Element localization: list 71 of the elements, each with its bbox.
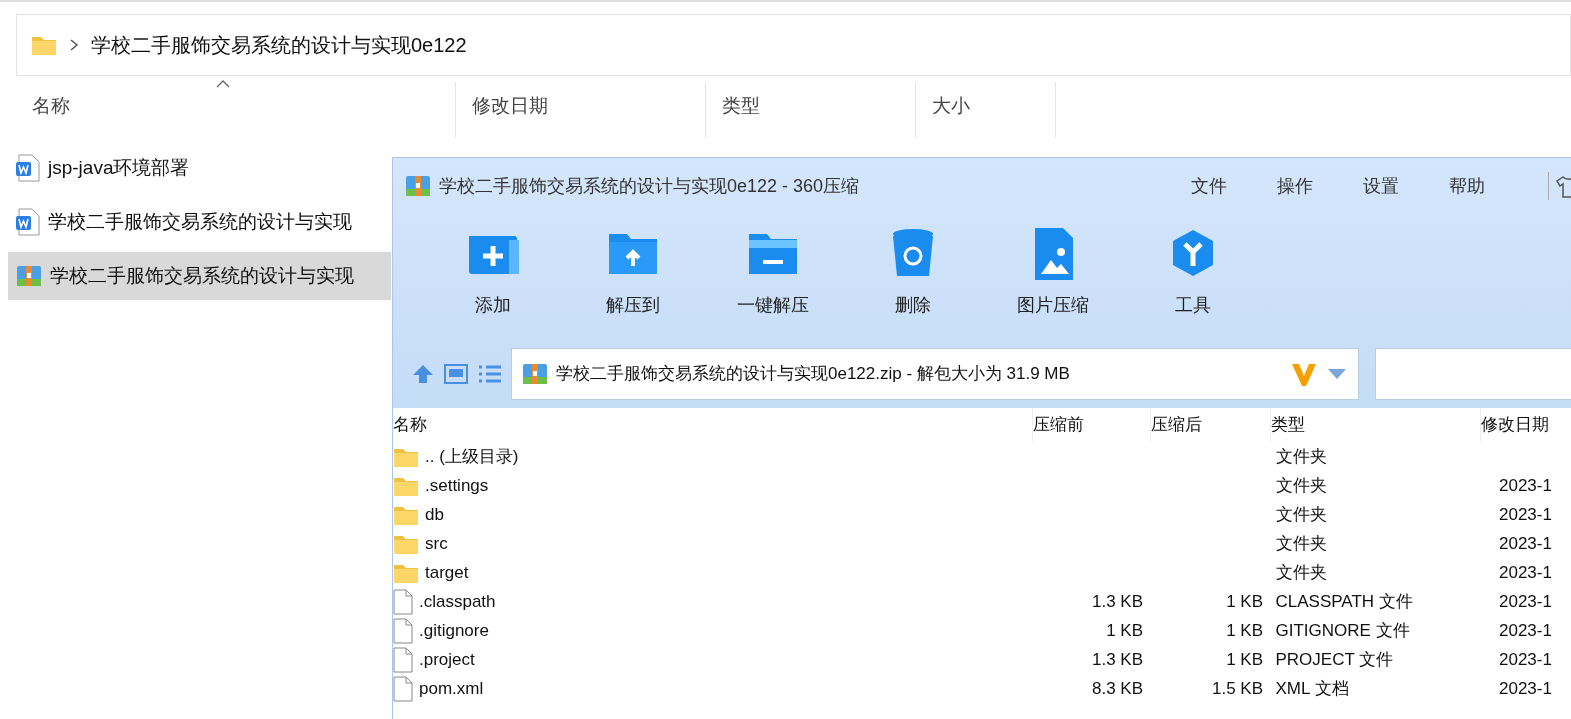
menu-item[interactable]: 帮助 xyxy=(1424,172,1510,200)
dropdown-icon[interactable] xyxy=(1326,368,1348,380)
column-header[interactable]: 修改日期 xyxy=(456,82,706,138)
document-icon xyxy=(16,208,40,236)
table-cell-text: 1 KB xyxy=(1225,619,1264,642)
window-title: 学校二手服饰交易系统的设计与实现0e122 - 360压缩 xyxy=(439,174,860,198)
archive-icon xyxy=(405,173,431,199)
column-header[interactable]: 类型 xyxy=(1271,408,1481,442)
file-name: .gitignore xyxy=(393,616,1033,645)
column-header[interactable]: 类型 xyxy=(706,82,916,138)
toolbar-button[interactable]: 添加 xyxy=(423,214,563,324)
table-cell-text: 1 KB xyxy=(1225,590,1264,613)
column-header[interactable]: 大小 xyxy=(916,82,1056,138)
toolbar-button[interactable]: 一键解压 xyxy=(703,214,843,324)
table-cell-text: 2023-1 xyxy=(1498,561,1553,584)
list-view-icon[interactable] xyxy=(477,363,503,385)
table-cell-text: 1.5 KB xyxy=(1210,677,1264,700)
search-field[interactable] xyxy=(1375,348,1571,400)
table-cell-text: GITIGNORE 文件 xyxy=(1274,619,1411,642)
file-name: db xyxy=(393,500,1033,529)
file-row[interactable]: 学校二手服饰交易系统的设计与实现 xyxy=(8,252,391,300)
file-name: pom.xml xyxy=(393,674,1033,703)
menu-item[interactable]: 文件 xyxy=(1166,172,1252,200)
table-cell-text: 1.3 KB xyxy=(1090,648,1144,671)
toolbar-button[interactable]: 删除 xyxy=(843,214,983,324)
column-header[interactable]: 修改日期 xyxy=(1481,408,1571,442)
table-cell-text: 1.3 KB xyxy=(1090,590,1144,613)
table-cell-text: 文件夹 xyxy=(1274,532,1328,555)
table-cell-text: 文件夹 xyxy=(1274,561,1328,584)
table-cell-text: 文件夹 xyxy=(1274,474,1328,497)
column-header[interactable]: 名称 xyxy=(393,408,1033,442)
path-field[interactable]: 学校二手服饰交易系统的设计与实现0e122.zip - 解包大小为 31.9 MB xyxy=(511,348,1359,400)
table-cell-text: 2023-1 xyxy=(1498,677,1553,700)
table-cell-text: 2023-1 xyxy=(1498,503,1553,526)
table-cell-text: XML 文档 xyxy=(1274,677,1350,700)
column-header[interactable]: 压缩后 xyxy=(1151,408,1271,442)
archive-icon xyxy=(522,361,548,387)
table-cell-text: 2023-1 xyxy=(1498,590,1553,613)
file-row[interactable]: jsp-java环境部署 xyxy=(8,144,391,192)
table-cell-text: PROJECT 文件 xyxy=(1274,648,1395,671)
table-cell-text: 8.3 KB xyxy=(1090,677,1144,700)
file-name: target xyxy=(393,558,1033,587)
file-name: .project xyxy=(393,645,1033,674)
table-cell-text: 2023-1 xyxy=(1498,619,1553,642)
file-name: .settings xyxy=(393,471,1033,500)
table-cell-text: 2023-1 xyxy=(1498,648,1553,671)
menu-item[interactable]: 设置 xyxy=(1338,172,1424,200)
file-name: .. (上级目录) xyxy=(393,442,1033,471)
file-row[interactable]: 学校二手服饰交易系统的设计与实现 xyxy=(8,198,391,246)
toolbar-button[interactable]: 工具 xyxy=(1123,214,1263,324)
table-cell-text: 文件夹 xyxy=(1274,503,1328,526)
view-icon[interactable] xyxy=(443,363,469,385)
table-cell-text: 1 KB xyxy=(1225,648,1264,671)
toolbar-button[interactable]: 图片压缩 xyxy=(983,214,1123,324)
file-name: .classpath xyxy=(393,587,1033,616)
column-header[interactable]: 名称 xyxy=(16,82,456,138)
address-bar[interactable]: 学校二手服饰交易系统的设计与实现0e122 xyxy=(16,14,1571,76)
table-cell-text: 文件夹 xyxy=(1274,445,1328,468)
menu-item[interactable]: 操作 xyxy=(1252,172,1338,200)
table-cell-text: CLASSPATH 文件 xyxy=(1274,590,1414,613)
table-cell-text: 2023-1 xyxy=(1498,474,1553,497)
table-cell-text: 2023-1 xyxy=(1498,532,1553,555)
up-arrow-icon[interactable] xyxy=(411,363,435,385)
chevron-icon xyxy=(69,38,79,52)
archive-icon xyxy=(16,263,42,289)
toolbar-button[interactable]: 解压到 xyxy=(563,214,703,324)
folder-icon xyxy=(31,34,57,56)
document-icon xyxy=(16,154,40,182)
file-name: src xyxy=(393,529,1033,558)
table-cell-text: 1 KB xyxy=(1105,619,1144,642)
column-header[interactable]: 压缩前 xyxy=(1033,408,1151,442)
